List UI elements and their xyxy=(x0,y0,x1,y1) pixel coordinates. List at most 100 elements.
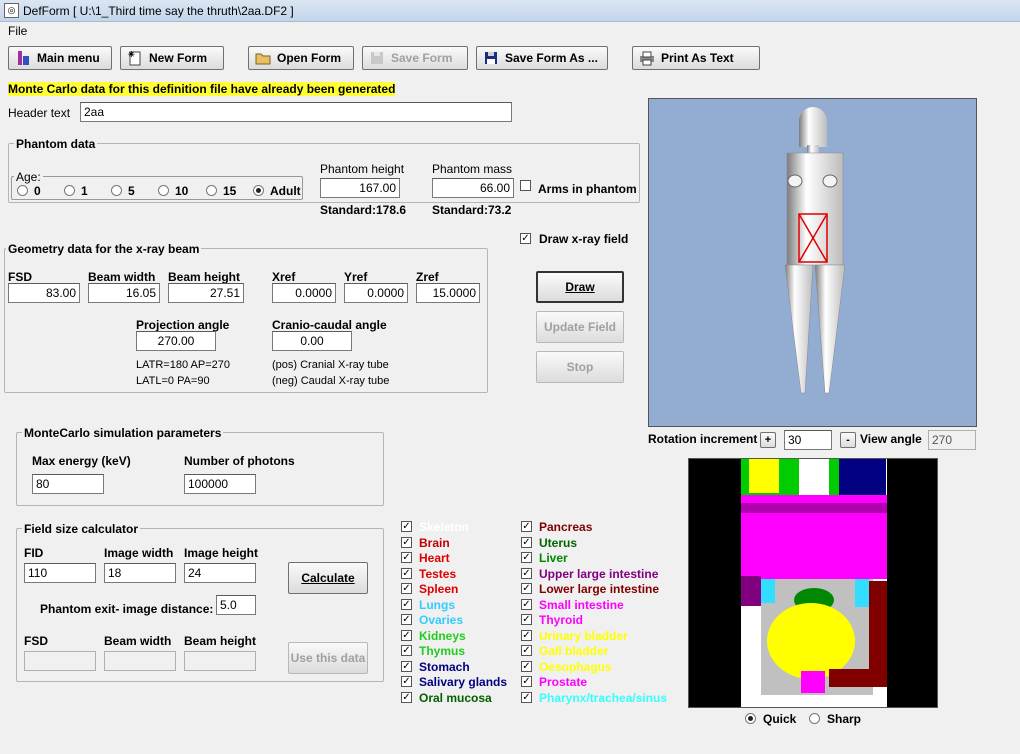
xref-input[interactable]: 0.0000 xyxy=(272,283,336,303)
age-radio-15[interactable] xyxy=(206,185,217,196)
organ-checkbox-upper-large-intestine[interactable]: ✓ xyxy=(521,567,532,579)
folder-open-icon xyxy=(255,50,271,66)
photons-input[interactable]: 100000 xyxy=(184,474,256,494)
organ-checkbox-pancreas[interactable]: ✓ xyxy=(521,521,532,532)
organ-checkbox-stomach[interactable]: ✓ xyxy=(401,660,412,672)
save-form-button[interactable]: Save Form xyxy=(362,46,468,70)
calculate-button[interactable]: Calculate xyxy=(288,562,368,594)
organ-checkbox-pharynx-trachea-sinus[interactable]: ✓ xyxy=(521,691,532,703)
field-calc-title: Field size calculator xyxy=(22,522,141,536)
use-data-button[interactable]: Use this data xyxy=(288,642,368,674)
zref-input[interactable]: 15.0000 xyxy=(416,283,480,303)
organ-checkbox-small-intestine[interactable]: ✓ xyxy=(521,598,532,610)
save-form-as-button[interactable]: Save Form As ... xyxy=(476,46,608,70)
organ-label-heart: Heart xyxy=(419,551,450,565)
organ-label-lungs: Lungs xyxy=(419,597,455,612)
organ-checkbox-gall-bladder[interactable]: ✓ xyxy=(521,645,532,656)
exit-distance-input[interactable]: 5.0 xyxy=(216,595,256,615)
organ-checkbox-oral-mucosa[interactable]: ✓ xyxy=(401,691,412,703)
new-form-button[interactable]: ✳ New Form xyxy=(120,46,224,70)
stop-button[interactable]: Stop xyxy=(536,351,624,383)
organ-checkbox-thyroid[interactable]: ✓ xyxy=(521,614,532,625)
organ-label-salivary-glands: Salivary glands xyxy=(419,675,508,689)
organ-checkbox-thymus[interactable]: ✓ xyxy=(401,645,412,656)
phantom-height-label: Phantom height xyxy=(320,162,405,176)
age-label-10: 10 xyxy=(175,184,189,198)
arms-checkbox[interactable] xyxy=(520,180,531,191)
calc-bh-output xyxy=(184,651,256,671)
age-label-0: 0 xyxy=(34,184,41,198)
projection-angle-input[interactable]: 270.00 xyxy=(136,331,216,351)
cranio-caudal-input[interactable]: 0.00 xyxy=(272,331,352,351)
beam-width-input[interactable]: 16.05 xyxy=(88,283,160,303)
age-radio-adult[interactable] xyxy=(253,185,264,196)
organ-label-liver: Liver xyxy=(539,551,568,565)
organ-label-upper-large-intestine: Upper large intestine xyxy=(539,566,659,581)
print-as-text-button[interactable]: Print As Text xyxy=(632,46,760,70)
open-form-button[interactable]: Open Form xyxy=(248,46,354,70)
organ-checkbox-uterus[interactable]: ✓ xyxy=(521,536,532,548)
organ-label-oesophagus: Oesophagus xyxy=(539,659,612,674)
floppy-disk-icon xyxy=(483,50,499,66)
printer-icon xyxy=(639,50,655,66)
organ-checkbox-salivary-glands[interactable]: ✓ xyxy=(401,676,412,687)
header-text-label: Header text xyxy=(8,106,71,120)
organ-checkbox-skeleton[interactable]: ✓ xyxy=(401,521,412,532)
age-radio-10[interactable] xyxy=(158,185,169,196)
phantom-3d-view[interactable] xyxy=(648,98,977,427)
phantom-data-title: Phantom data xyxy=(14,137,98,151)
age-radio-1[interactable] xyxy=(64,185,75,196)
sharp-label: Sharp xyxy=(827,712,862,726)
age-radio-0[interactable] xyxy=(17,185,28,196)
sharp-radio[interactable] xyxy=(809,713,820,724)
rotation-increment-input[interactable]: 30 xyxy=(784,430,832,450)
organ-label-lower-large-intestine: Lower large intestine xyxy=(539,582,660,596)
organ-checkbox-heart[interactable]: ✓ xyxy=(401,552,412,563)
age-label-15: 15 xyxy=(223,184,237,198)
organ-label-testes: Testes xyxy=(419,566,457,581)
organ-label-gall-bladder: Gall bladder xyxy=(539,644,609,658)
phantom-height-input[interactable]: 167.00 xyxy=(320,178,400,198)
new-form-icon: ✳ xyxy=(127,50,143,66)
yref-input[interactable]: 0.0000 xyxy=(344,283,408,303)
rotation-minus-button[interactable]: - xyxy=(840,432,856,448)
organ-checkbox-ovaries[interactable]: ✓ xyxy=(401,614,412,625)
fid-input[interactable]: 110 xyxy=(24,563,96,583)
organ-checkbox-kidneys[interactable]: ✓ xyxy=(401,629,412,641)
image-width-input[interactable]: 18 xyxy=(104,563,176,583)
organ-checkbox-urinary-bladder[interactable]: ✓ xyxy=(521,629,532,641)
draw-field-checkbox[interactable]: ✓ xyxy=(520,233,531,244)
organ-label-thymus: Thymus xyxy=(419,644,466,658)
organ-label-stomach: Stomach xyxy=(419,659,470,674)
update-field-button[interactable]: Update Field xyxy=(536,311,624,343)
organ-checkbox-liver[interactable]: ✓ xyxy=(521,552,532,563)
beam-height-input[interactable]: 27.51 xyxy=(168,283,244,303)
organ-checkbox-testes[interactable]: ✓ xyxy=(401,567,412,579)
organ-checkbox-lower-large-intestine[interactable]: ✓ xyxy=(521,583,532,594)
angle-note-4: (neg) Caudal X-ray tube xyxy=(272,375,390,387)
view-angle-input[interactable]: 270 xyxy=(928,430,976,450)
menu-file[interactable]: File xyxy=(8,24,27,38)
organ-checkbox-prostate[interactable]: ✓ xyxy=(521,676,532,687)
draw-button[interactable]: Draw xyxy=(536,271,624,303)
fsd-input[interactable]: 83.00 xyxy=(8,283,80,303)
phantom-mass-input[interactable]: 66.00 xyxy=(432,178,514,198)
age-radio-5[interactable] xyxy=(111,185,122,196)
organ-checkbox-oesophagus[interactable]: ✓ xyxy=(521,660,532,672)
calc-fsd-label: FSD xyxy=(24,634,48,648)
rotation-plus-button[interactable]: + xyxy=(760,432,776,448)
organ-label-skeleton: Skeleton xyxy=(419,520,470,534)
organ-label-oral-mucosa: Oral mucosa xyxy=(419,690,492,705)
geometry-title: Geometry data for the x-ray beam xyxy=(6,242,202,256)
max-energy-input[interactable]: 80 xyxy=(32,474,104,494)
organ-checkbox-lungs[interactable]: ✓ xyxy=(401,598,412,610)
quick-radio[interactable] xyxy=(745,713,756,724)
organ-checkbox-brain[interactable]: ✓ xyxy=(401,536,412,548)
calc-fsd-output xyxy=(24,651,96,671)
header-text-input[interactable]: 2aa xyxy=(80,102,512,122)
main-menu-button[interactable]: Main menu xyxy=(8,46,112,70)
window-title: DefForm [ U:\1_Third time say the thruth… xyxy=(23,4,294,18)
age-label-adult: Adult xyxy=(270,184,301,198)
image-height-input[interactable]: 24 xyxy=(184,563,256,583)
organ-checkbox-spleen[interactable]: ✓ xyxy=(401,583,412,594)
